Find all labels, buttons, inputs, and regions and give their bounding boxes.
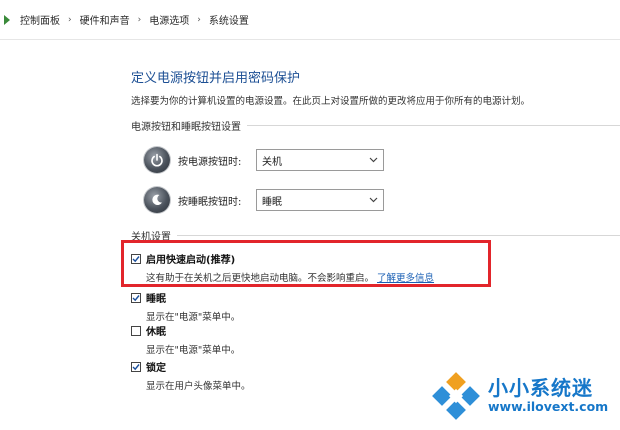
hibernate-option: 休眠 显示在"电源"菜单中。	[131, 323, 240, 356]
lock-label[interactable]: 锁定	[146, 359, 166, 374]
sleep-label[interactable]: 睡眠	[146, 290, 166, 305]
breadcrumb: 控制面板 › 硬件和声音 › 电源选项 › 系统设置	[0, 0, 620, 40]
hibernate-label[interactable]: 休眠	[146, 323, 166, 338]
site-watermark: 小小系统迷 www.ilovext.com	[432, 372, 608, 420]
watermark-site-url: www.ilovext.com	[488, 399, 609, 414]
breadcrumb-separator: ›	[68, 14, 72, 25]
sleep-button-icon	[144, 187, 170, 213]
breadcrumb-item-power-options[interactable]: 电源选项	[149, 12, 189, 27]
sleep-description: 显示在"电源"菜单中。	[146, 312, 241, 323]
hibernate-description: 显示在"电源"菜单中。	[146, 345, 241, 356]
nav-arrow-icon[interactable]	[2, 14, 12, 26]
sleep-button-row: 按睡眠按钮时: 睡眠	[144, 187, 384, 213]
site-logo-icon	[432, 372, 480, 420]
section-header-label: 电源按钮和睡眠按钮设置	[131, 121, 241, 133]
breadcrumb-item-system-settings[interactable]: 系统设置	[209, 12, 249, 27]
watermark-site-name: 小小系统迷	[488, 376, 593, 400]
breadcrumb-separator: ›	[137, 14, 142, 25]
section-divider	[247, 124, 620, 126]
sleep-button-label: 按睡眠按钮时:	[178, 196, 242, 208]
breadcrumb-separator: ›	[197, 14, 201, 25]
lock-checkbox[interactable]	[131, 361, 141, 372]
breadcrumb-item-control-panel[interactable]: 控制面板	[20, 12, 60, 27]
sleep-option: 睡眠 显示在"电源"菜单中。	[131, 290, 240, 323]
section-header-power-buttons: 电源按钮和睡眠按钮设置	[131, 118, 620, 133]
checkmark-icon	[132, 294, 140, 301]
page-description: 选择要为你的计算机设置的电源设置。在此页上对设置所做的更改将应用于你所有的电源计…	[131, 96, 531, 107]
power-button-icon	[144, 147, 170, 173]
lock-option: 锁定 显示在用户头像菜单中。	[131, 359, 251, 392]
power-button-action-value: 关机	[262, 156, 282, 168]
lock-description: 显示在用户头像菜单中。	[146, 381, 251, 392]
highlight-annotation-box	[121, 240, 491, 287]
hibernate-checkbox[interactable]	[131, 325, 141, 336]
page-title: 定义电源按钮并启用密码保护	[131, 71, 301, 86]
chevron-down-icon	[369, 197, 378, 203]
sleep-checkbox[interactable]	[131, 292, 141, 303]
checkmark-icon	[132, 363, 140, 370]
power-button-label: 按电源按钮时:	[178, 156, 242, 168]
power-button-row: 按电源按钮时: 关机	[144, 147, 384, 173]
sleep-button-action-select[interactable]: 睡眠	[256, 189, 384, 211]
power-button-action-select[interactable]: 关机	[256, 149, 384, 171]
section-divider	[177, 234, 620, 236]
breadcrumb-item-hardware-sound[interactable]: 硬件和声音	[80, 12, 130, 27]
sleep-button-action-value: 睡眠	[262, 196, 282, 208]
chevron-down-icon	[369, 157, 378, 163]
